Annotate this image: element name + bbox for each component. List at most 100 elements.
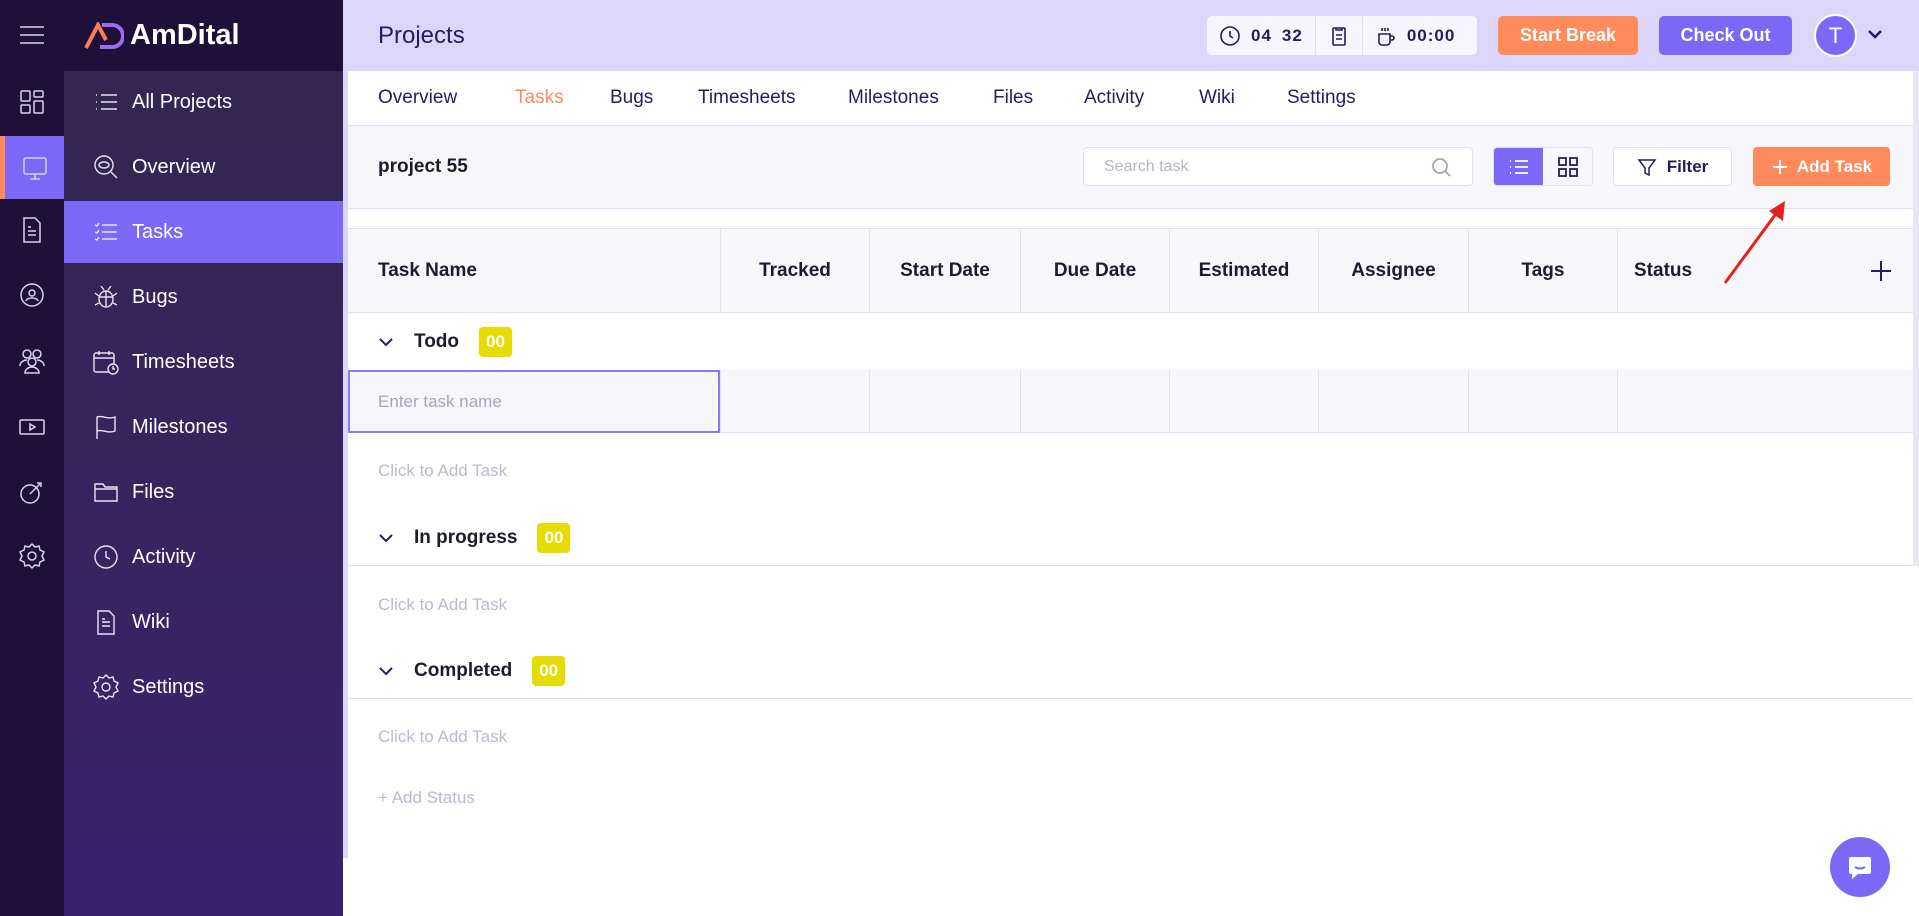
document-icon — [97, 610, 115, 635]
chevron-down-icon[interactable] — [378, 530, 394, 546]
click-to-add-task-todo[interactable]: Click to Add Task — [378, 461, 507, 481]
projects-icon[interactable] — [0, 136, 64, 199]
task-list-icon — [94, 222, 117, 241]
plus-icon — [1772, 159, 1787, 174]
work-timer: 04 32 — [1207, 16, 1316, 55]
calendar-clock-icon — [93, 351, 119, 375]
tab-overview[interactable]: Overview — [378, 87, 457, 109]
clipboard-button[interactable] — [1316, 16, 1363, 55]
column-tags[interactable]: Tags — [1468, 229, 1617, 313]
view-toggle — [1493, 147, 1593, 186]
group-todo[interactable]: Todo 00 — [348, 313, 1913, 370]
start-break-button[interactable]: Start Break — [1498, 16, 1638, 55]
team-network-icon[interactable] — [0, 263, 64, 327]
tab-bugs[interactable]: Bugs — [610, 87, 653, 109]
tab-wiki[interactable]: Wiki — [1199, 87, 1235, 109]
sidebar-item-overview[interactable]: Overview — [64, 136, 343, 198]
grid-view-button[interactable] — [1543, 148, 1592, 185]
menu-icon[interactable] — [0, 3, 64, 67]
tab-settings[interactable]: Settings — [1287, 87, 1356, 109]
avatar[interactable]: T — [1814, 14, 1857, 57]
table-header: Task Name Tracked Start Date Due Date Es… — [343, 229, 1913, 313]
column-tracked[interactable]: Tracked — [720, 229, 869, 313]
sidebar-item-all-projects[interactable]: All Projects — [64, 71, 343, 133]
sidebar-item-label: Settings — [132, 675, 205, 698]
tab-activity[interactable]: Activity — [1084, 87, 1144, 109]
check-out-button[interactable]: Check Out — [1659, 16, 1792, 55]
sidebar-item-settings[interactable]: Settings — [64, 656, 343, 718]
count-badge: 00 — [537, 522, 571, 553]
add-column-icon[interactable] — [1870, 260, 1892, 282]
search-task-input[interactable]: Search task — [1083, 147, 1473, 186]
spacer — [343, 209, 1913, 229]
chevron-down-icon[interactable] — [378, 334, 394, 350]
gear-icon — [93, 674, 119, 700]
add-task-button[interactable]: Add Task — [1753, 147, 1890, 186]
logo-icon — [84, 21, 124, 49]
filter-label: Filter — [1666, 156, 1709, 176]
cell-divider — [1318, 370, 1319, 433]
list-view-button[interactable] — [1494, 148, 1543, 185]
click-to-add-task-completed[interactable]: Click to Add Task — [378, 727, 507, 747]
tab-tasks[interactable]: Tasks — [515, 87, 564, 109]
icon-rail — [0, 0, 64, 916]
tab-milestones[interactable]: Milestones — [848, 87, 939, 109]
project-tabs: Overview Tasks Bugs Timesheets Milestone… — [343, 71, 1913, 126]
column-estimated[interactable]: Estimated — [1169, 229, 1318, 313]
group-in-progress[interactable]: In progress 00 — [348, 510, 1913, 565]
folder-icon — [94, 483, 118, 502]
sidebar-item-bugs[interactable]: Bugs — [64, 266, 343, 328]
sidebar-item-tasks[interactable]: Tasks — [64, 201, 343, 263]
users-icon[interactable] — [0, 328, 64, 392]
sidebar-item-wiki[interactable]: Wiki — [64, 591, 343, 653]
add-status-link[interactable]: + Add Status — [378, 788, 475, 808]
tab-files[interactable]: Files — [993, 87, 1033, 109]
sidebar-item-label: All Projects — [132, 90, 233, 113]
cell-divider — [1169, 370, 1170, 433]
column-task-name[interactable]: Task Name — [348, 229, 720, 313]
sidebar-item-label: Bugs — [132, 285, 178, 308]
click-to-add-task-in-progress[interactable]: Click to Add Task — [378, 595, 507, 615]
filter-button[interactable]: Filter — [1613, 147, 1732, 186]
group-name: Todo — [414, 330, 460, 352]
task-name-input[interactable] — [348, 370, 720, 433]
sidebar-item-files[interactable]: Files — [64, 461, 343, 523]
column-assignee[interactable]: Assignee — [1318, 229, 1468, 313]
divider — [348, 698, 1913, 699]
document-icon[interactable] — [0, 198, 64, 262]
video-icon[interactable] — [0, 395, 64, 459]
scrollbar[interactable] — [1913, 71, 1919, 566]
cell-divider — [869, 370, 870, 433]
chevron-down-icon[interactable] — [378, 663, 394, 679]
chat-button[interactable] — [1830, 837, 1890, 897]
sidebar-item-timesheets[interactable]: Timesheets — [64, 331, 343, 393]
filter-icon — [1637, 158, 1657, 176]
cell-divider — [1020, 370, 1021, 433]
annotation-arrow-icon — [1723, 201, 1785, 284]
goal-icon[interactable] — [0, 460, 64, 524]
count-badge: 00 — [479, 326, 512, 357]
tab-timesheets[interactable]: Timesheets — [698, 87, 796, 109]
sidebar-item-activity[interactable]: Activity — [64, 526, 343, 588]
group-completed[interactable]: Completed 00 — [348, 643, 1913, 698]
grid-icon — [1557, 156, 1578, 177]
project-name: project 55 — [378, 156, 468, 177]
add-task-label: Add Task — [1796, 156, 1873, 176]
column-due-date[interactable]: Due Date — [1020, 229, 1169, 313]
sidebar-item-label: Tasks — [132, 220, 184, 243]
chevron-down-icon[interactable] — [1867, 28, 1883, 40]
cell-divider — [1617, 370, 1618, 433]
new-task-row — [348, 370, 1913, 433]
cell-divider — [1468, 370, 1469, 433]
sidebar-item-milestones[interactable]: Milestones — [64, 396, 343, 458]
dashboard-icon[interactable] — [0, 70, 64, 134]
clipboard-icon — [1332, 26, 1346, 46]
time-tracker: 04 32 00:00 — [1207, 16, 1477, 55]
settings-icon[interactable] — [0, 524, 64, 588]
search-icon — [1432, 157, 1451, 177]
column-start-date[interactable]: Start Date — [869, 229, 1020, 313]
eye-search-icon — [94, 155, 118, 179]
timer-minutes: 32 — [1281, 25, 1303, 45]
sidebar-item-label: Wiki — [132, 610, 170, 633]
clock-icon — [94, 545, 118, 569]
